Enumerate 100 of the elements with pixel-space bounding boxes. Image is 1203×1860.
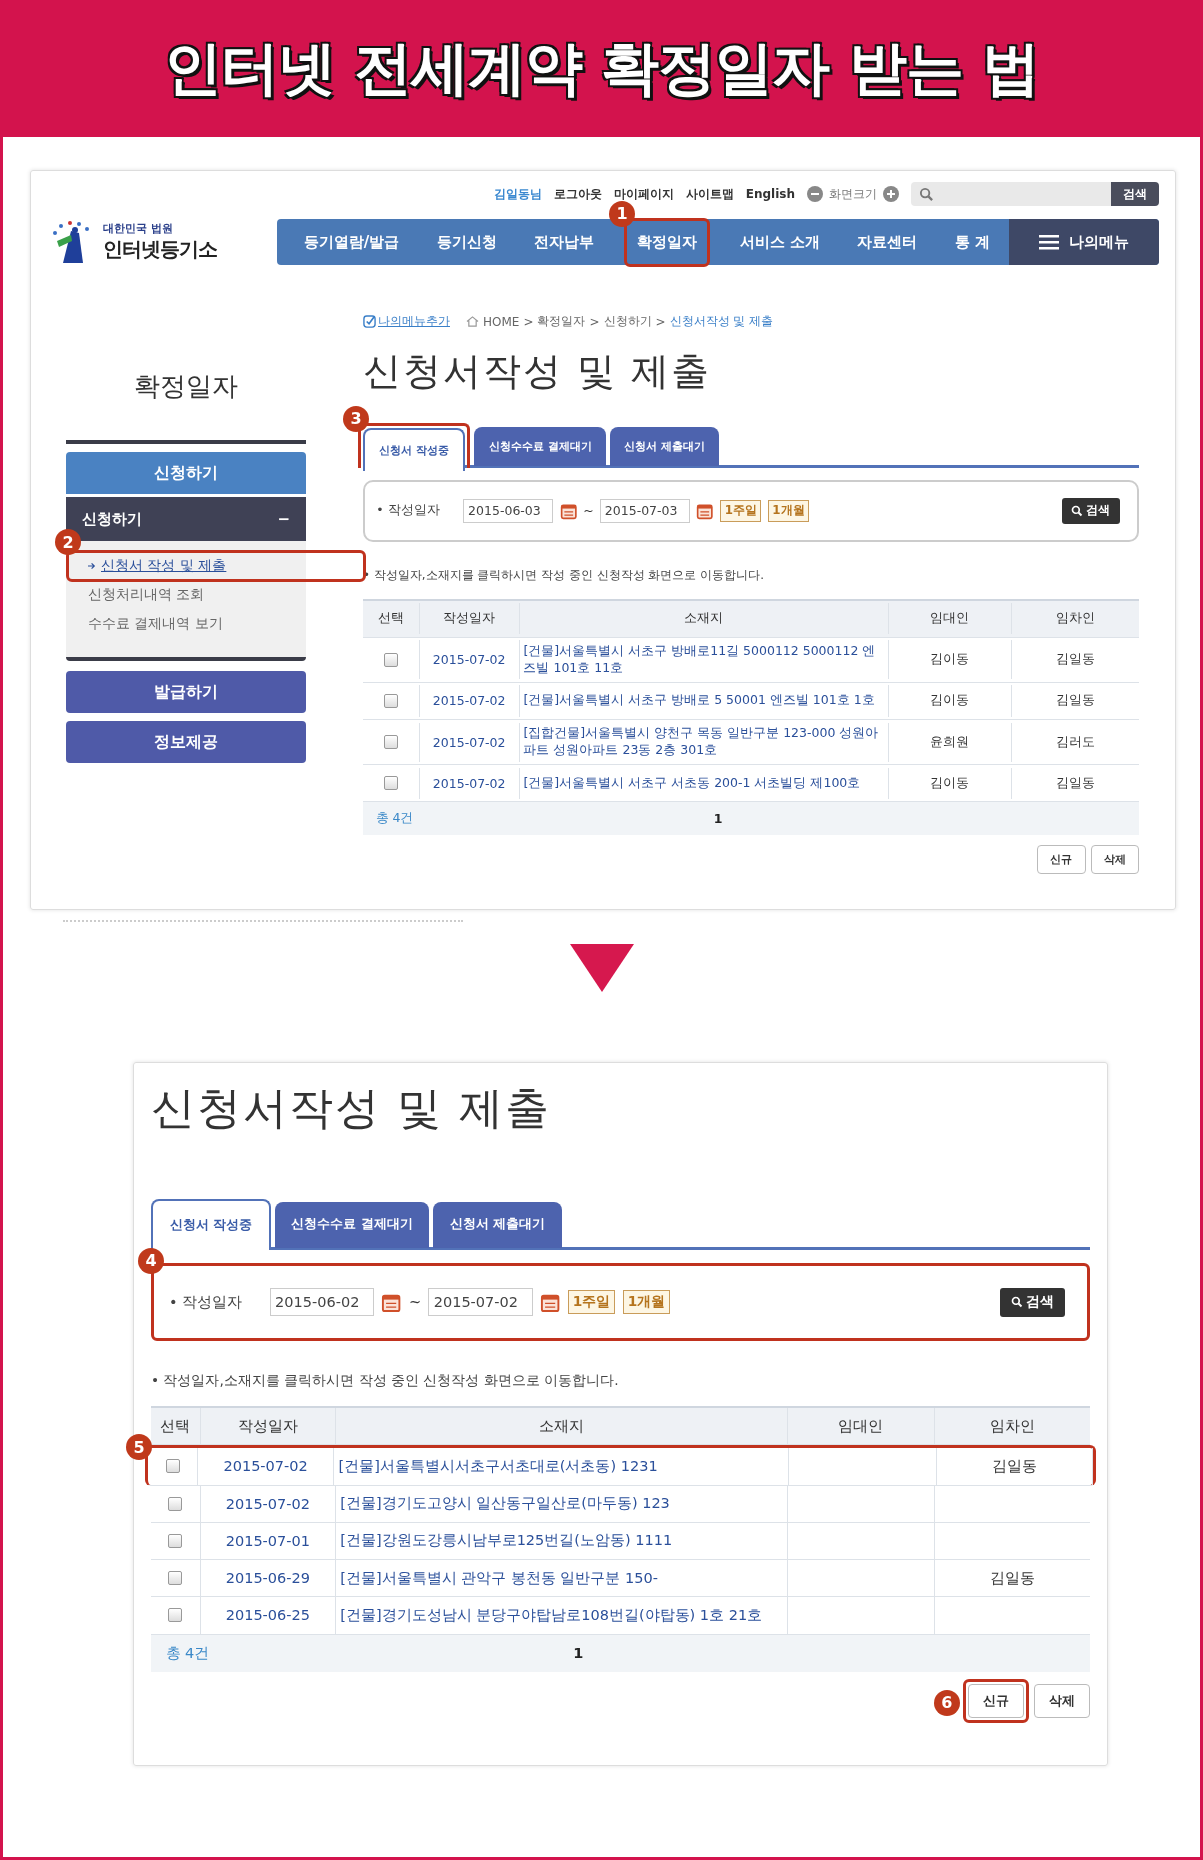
date-label: • 작성일자 [169,1292,243,1312]
nav-item[interactable]: 등기열람/발급 [295,222,408,262]
tab[interactable]: 신청서 제출대기 [433,1201,562,1248]
date-link[interactable]: 2015-07-02 [432,775,506,791]
submenu-item[interactable]: 신청처리내역 조회 [88,584,205,606]
zoom-out-button[interactable] [807,186,823,202]
nav-item[interactable]: 전자납부 [526,222,603,262]
sidebar-menu[interactable]: 신청하기 [66,452,306,494]
submenu-title[interactable]: 신청하기 [82,509,142,529]
breadcrumb-link[interactable]: 확정일자 [537,313,586,330]
nav-item[interactable]: 자료센터 [849,222,926,262]
tab[interactable]: 신청수수료 결제대기 [474,426,606,467]
action-button[interactable]: 삭제 [1090,844,1139,875]
page-number[interactable]: 1 [713,811,723,827]
table-cell: 김일동 [992,1456,1037,1476]
date-field[interactable]: 2015-06-03 [463,499,554,523]
home-icon [466,316,479,327]
address-link[interactable]: [건물]서울특별시 관악구 봉천동 일반구분 150- [340,1568,658,1588]
tab[interactable]: 신청서 작성중 [363,427,466,472]
row-checkbox[interactable] [165,1459,180,1474]
date-link[interactable]: 2015-07-02 [432,652,506,668]
sidebar-menu[interactable]: 발급하기 [66,671,306,713]
row-checkbox[interactable] [383,735,398,750]
action-button[interactable]: 신규 [1037,844,1086,875]
utility-link[interactable]: 로그아웃 [553,185,602,203]
period-button[interactable]: 1주일 [567,1289,616,1315]
search-button[interactable]: 검색 [1061,498,1120,524]
row-checkbox[interactable] [383,652,398,667]
utility-link[interactable]: 사이트맵 [685,185,734,203]
arrow-icon [88,562,97,570]
search-field[interactable] [911,182,1111,206]
breadcrumb-link[interactable]: 신청하기 [603,313,652,330]
info-note: • 작성일자,소재지를 클릭하시면 작성 중인 신청작성 화면으로 이동합니다. [151,1371,620,1390]
zoom-in-button[interactable] [883,186,899,202]
date-link[interactable]: 2015-07-02 [225,1495,310,1512]
date-link[interactable]: 2015-06-25 [225,1607,310,1624]
add-my-menu-link[interactable]: 나의메뉴추가 [363,313,450,330]
nav-item[interactable]: 통 계 [946,222,999,262]
search-button[interactable]: 검색 [1111,182,1159,206]
nav-item[interactable]: 서비스 소개 [731,222,828,262]
breadcrumb-link[interactable]: HOME [483,314,520,329]
date-field[interactable]: 2015-07-02 [428,1288,533,1316]
page-number[interactable]: 1 [573,1645,584,1662]
address-link[interactable]: [건물]서울특별시 서초구 방배로 5 50001 엔즈빌 101호 1호 [523,692,875,710]
utility-link[interactable]: English [745,187,795,201]
date-label: • 작성일자 [376,502,440,520]
table-cell: 김일동 [1055,651,1095,669]
step-badge: 5 [126,1434,152,1461]
table-cell: 김이동 [930,774,970,792]
period-button[interactable]: 1개월 [767,500,810,522]
total-count: 총 4건 [375,810,414,828]
date-link[interactable]: 2015-07-01 [225,1532,310,1549]
breadcrumb-separator: > [523,314,534,329]
row-checkbox[interactable] [168,1571,183,1586]
my-menu-button[interactable]: 나의메뉴 [1009,219,1159,265]
tab[interactable]: 신청서 작성중 [151,1199,271,1250]
address-link[interactable]: [건물]서울특별시 서초구 방배로11길 5000112 5000112 엔즈빌 101호 11호 [523,642,885,677]
logo-caption: 대한민국 법원 [103,221,174,236]
collapse-toggle[interactable]: − [277,510,290,528]
address-link[interactable]: [건물]경기도성남시 분당구야탑남로108번길(야탑동) 1호 21호 [340,1605,763,1625]
address-link[interactable]: [건물]서울특별시서초구서초대로(서초동) 1231 [338,1456,658,1476]
row-checkbox[interactable] [383,776,398,791]
column-header: 선택 [151,1408,201,1445]
date-link[interactable]: 2015-07-02 [432,693,506,709]
action-button[interactable]: 삭제 [1033,1683,1090,1718]
address-link[interactable]: [건물]서울특별시 서초구 서초동 200-1 서초빌딩 제100호 [523,774,861,792]
table-cell: 김이동 [930,651,970,669]
calendar-icon[interactable] [696,502,714,520]
date-field[interactable]: 2015-06-02 [269,1288,375,1316]
period-button[interactable]: 1주일 [720,500,762,522]
period-button[interactable]: 1개월 [622,1289,671,1315]
sidebar-menu[interactable]: 정보제공 [66,721,306,763]
row-checkbox[interactable] [168,1608,183,1623]
column-header: 작성일자 [419,603,520,635]
nav-item[interactable]: 등기신청 [428,222,505,262]
row-checkbox[interactable] [168,1496,183,1511]
row-checkbox[interactable] [383,693,398,708]
date-link[interactable]: 2015-06-29 [225,1570,310,1587]
column-header: 임대인 [889,603,1012,635]
tab[interactable]: 신청서 제출대기 [609,426,720,467]
row-checkbox[interactable] [168,1533,183,1548]
search-icon [919,186,934,202]
utility-link[interactable]: 마이페이지 [613,185,674,203]
calendar-icon[interactable] [559,502,578,520]
date-link[interactable]: 2015-07-02 [432,734,506,750]
address-link[interactable]: [집합건물]서울특별시 양천구 목동 일반구분 123-000 성원아파트 성원아파트 23동 2층 301호 [523,725,885,760]
date-field[interactable]: 2015-07-03 [600,499,691,523]
column-header: 작성일자 [200,1408,336,1445]
table-cell: 윤희원 [930,733,970,751]
breadcrumb-link[interactable]: 신청서작성 및 제출 [669,313,774,330]
address-link[interactable]: [건물]경기도고양시 일산동구일산로(마두동) 123 [340,1494,670,1514]
section-title: 확정일자 [133,370,239,403]
table-cell: 김이동 [930,692,970,710]
date-link[interactable]: 2015-07-02 [223,1458,308,1475]
address-link[interactable]: [건물]강원도강릉시남부로125번길(노암동) 1111 [340,1531,673,1551]
action-button[interactable]: 신규 [967,1683,1024,1718]
tab[interactable]: 신청수수료 결제대기 [274,1201,430,1248]
submenu-item[interactable]: 수수료 결제내역 보기 [88,613,223,635]
user-name-link[interactable]: 김일동님 [493,185,542,203]
search-button[interactable]: 검색 [999,1287,1065,1317]
